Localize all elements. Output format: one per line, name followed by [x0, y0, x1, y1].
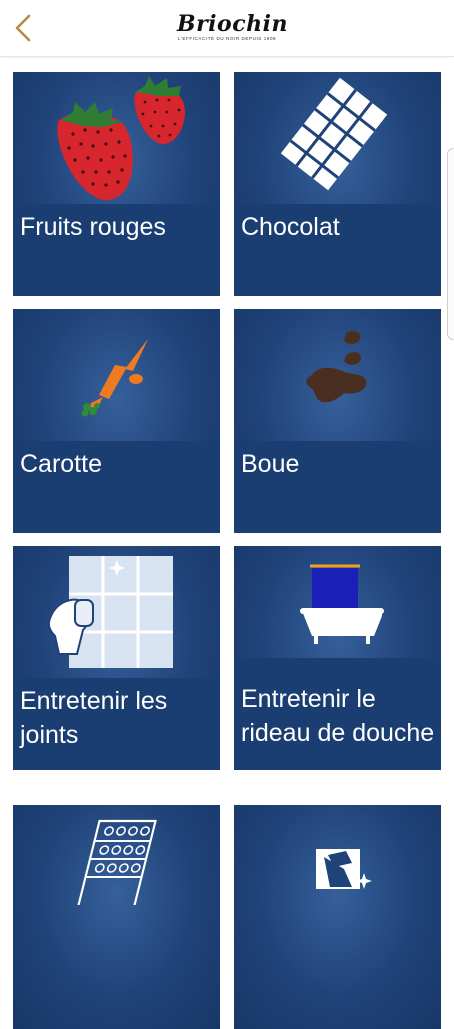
window-cleaning-icon: [47, 556, 173, 668]
strawberry-icon: [57, 76, 185, 201]
tile-label: Entretenir le rideau de douche: [241, 685, 435, 747]
tile-boue[interactable]: Boue: [234, 309, 441, 533]
tile-chocolat[interactable]: Chocolat: [234, 72, 441, 296]
tile-entretenir-le-rideau-de-douche[interactable]: Entretenir le rideau de douche: [234, 546, 441, 770]
cleaning-icon: [316, 849, 372, 889]
carrot-icon: [81, 339, 148, 417]
tile-oven[interactable]: [13, 805, 220, 1029]
oven-icon: [76, 819, 157, 905]
category-grid: Fruits rouges Chocolat Carotte Boue Entr…: [0, 0, 454, 1029]
tile-entretenir-les-joints[interactable]: Entretenir les joints: [13, 546, 220, 770]
tile-label: Entretenir les joints: [20, 687, 168, 749]
tile-label: Carotte: [20, 450, 102, 478]
tile-fruits-rouges[interactable]: Fruits rouges: [13, 72, 220, 296]
tile-cleaning[interactable]: [234, 805, 441, 1029]
chocolate-bar-icon: [280, 77, 388, 191]
mud-stain-icon: [306, 331, 367, 403]
tile-carotte[interactable]: Carotte: [13, 309, 220, 533]
tile-label: Chocolat: [241, 213, 340, 241]
scrollbar[interactable]: [447, 148, 454, 340]
tile-label: Boue: [241, 450, 300, 478]
tile-label: Fruits rouges: [20, 213, 166, 241]
